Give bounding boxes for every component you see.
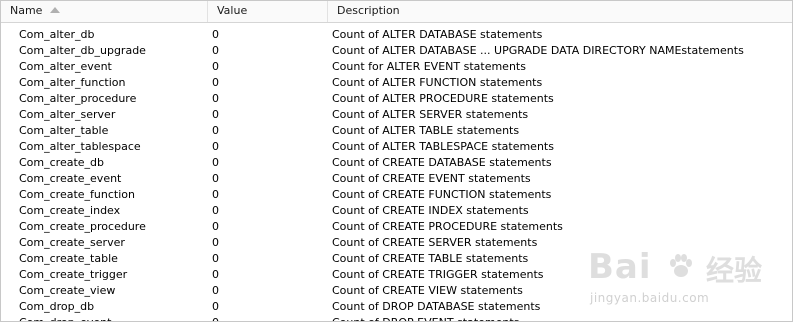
cell-description: Count of ALTER FUNCTION statements <box>332 76 543 89</box>
cell-name: Com_create_table <box>19 252 118 265</box>
cell-value: 0 <box>212 108 219 121</box>
cell-description: Count for ALTER EVENT statements <box>332 60 526 73</box>
table-row[interactable]: Com_alter_event 0 Count for ALTER EVENT st… <box>1 59 792 75</box>
cell-name: Com_create_server <box>19 236 125 249</box>
cell-value: 0 <box>212 252 219 265</box>
cell-name: Com_alter_db <box>19 28 95 41</box>
cell-description: Count of ALTER TABLESPACE statements <box>332 140 554 153</box>
cell-name: Com_drop_event <box>19 315 111 321</box>
cell-description: Count of CREATE VIEW statements <box>332 284 523 297</box>
cell-name: Com_alter_table <box>19 124 109 137</box>
table-row[interactable]: Com_create_event 0 Count of CREATE EVENT s… <box>1 171 792 187</box>
cell-description: Count of CREATE SERVER statements <box>332 236 538 249</box>
cell-name: Com_alter_server <box>19 108 116 121</box>
table-row[interactable]: Com_alter_procedure 0 Count of ALTER PROCE… <box>1 91 792 107</box>
table-row[interactable]: Com_create_db 0 Count of CREATE DATABASE s… <box>1 155 792 171</box>
table-row[interactable]: Com_alter_server 0 Count of ALTER SERVER s… <box>1 107 792 123</box>
table-row[interactable]: Com_alter_db_upgrade 0 Count of ALTER DATA… <box>1 43 792 59</box>
cell-value: 0 <box>212 140 219 153</box>
cell-description: Count of CREATE TRIGGER statements <box>332 268 544 281</box>
cell-description: Count of CREATE FUNCTION statements <box>332 188 552 201</box>
column-header-name[interactable]: Name <box>1 1 207 22</box>
table-row[interactable]: Com_create_table 0 Count of CREATE TABLE s… <box>1 251 792 267</box>
cell-value: 0 <box>212 315 219 321</box>
table-row[interactable]: Com_alter_function 0 Count of ALTER FUNCTI… <box>1 75 792 91</box>
cell-name: Com_create_db <box>19 156 105 169</box>
cell-description: Count of DROP EVENT statements <box>332 315 519 321</box>
table-row[interactable]: Com_create_function 0 Count of CREATE FUNC… <box>1 187 792 203</box>
cell-value: 0 <box>212 204 219 217</box>
cell-name: Com_create_function <box>19 188 135 201</box>
cell-description: Count of CREATE DATABASE statements <box>332 156 552 169</box>
cell-name: Com_alter_event <box>19 60 112 73</box>
cell-name: Com_create_event <box>19 172 122 185</box>
column-header-value[interactable]: Value <box>207 1 327 22</box>
cell-name: Com_alter_tablespace <box>19 140 141 153</box>
table-header: Name Value Description <box>1 1 792 23</box>
cell-value: 0 <box>212 124 219 137</box>
column-header-description-label: Description <box>337 4 400 17</box>
status-variables-table: Name Value Description Com_alter_db 0 Coun… <box>0 0 793 322</box>
cell-name: Com_create_index <box>19 204 121 217</box>
cell-value: 0 <box>212 76 219 89</box>
table-row[interactable]: Com_create_index 0 Count of CREATE INDEX s… <box>1 203 792 219</box>
cell-value: 0 <box>212 172 219 185</box>
cell-value: 0 <box>212 284 219 297</box>
cell-description: Count of ALTER SERVER statements <box>332 108 529 121</box>
table-row[interactable]: Com_alter_tablespace 0 Count of ALTER TABL… <box>1 139 792 155</box>
table-row[interactable]: Com_create_trigger 0 Count of CREATE TRIGG… <box>1 267 792 283</box>
table-row[interactable]: Com_create_view 0 Count of CREATE VIEW sta… <box>1 283 792 299</box>
cell-name: Com_create_procedure <box>19 220 146 233</box>
table-row[interactable]: Com_alter_table 0 Count of ALTER TABLE sta… <box>1 123 792 139</box>
table-body: Com_alter_db 0 Count of ALTER DATABASE sta… <box>1 27 792 321</box>
cell-value: 0 <box>212 268 219 281</box>
cell-description: Count of ALTER DATABASE ... UPGRADE DATA… <box>332 44 744 57</box>
cell-value: 0 <box>212 236 219 249</box>
table-row[interactable]: Com_alter_db 0 Count of ALTER DATABASE sta… <box>1 27 792 43</box>
cell-value: 0 <box>212 92 219 105</box>
cell-value: 0 <box>212 156 219 169</box>
cell-value: 0 <box>212 44 219 57</box>
cell-description: Count of CREATE PROCEDURE statements <box>332 220 563 233</box>
column-header-value-label: Value <box>217 4 248 17</box>
cell-name: Com_create_trigger <box>19 268 128 281</box>
cell-name: Com_drop_db <box>19 300 95 313</box>
cell-value: 0 <box>212 60 219 73</box>
cell-description: Count of ALTER PROCEDURE statements <box>332 92 554 105</box>
cell-description: Count of CREATE INDEX statements <box>332 204 529 217</box>
cell-description: Count of ALTER TABLE statements <box>332 124 520 137</box>
column-header-description[interactable]: Description <box>327 1 792 22</box>
cell-name: Com_alter_function <box>19 76 126 89</box>
cell-value: 0 <box>212 220 219 233</box>
cell-value: 0 <box>212 28 219 41</box>
cell-description: Count of ALTER DATABASE statements <box>332 28 543 41</box>
table-row[interactable]: Com_drop_db 0 Count of DROP DATABASE state… <box>1 299 792 315</box>
cell-name: Com_alter_procedure <box>19 92 137 105</box>
cell-description: Count of DROP DATABASE statements <box>332 300 541 313</box>
table-row[interactable]: Com_drop_event 0 Count of DROP EVENT state… <box>1 315 792 321</box>
cell-value: 0 <box>212 188 219 201</box>
cell-name: Com_create_view <box>19 284 116 297</box>
cell-description: Count of CREATE TABLE statements <box>332 252 529 265</box>
cell-name: Com_alter_db_upgrade <box>19 44 146 57</box>
cell-value: 0 <box>212 300 219 313</box>
cell-description: Count of CREATE EVENT statements <box>332 172 531 185</box>
sort-ascending-icon <box>50 7 61 13</box>
table-row[interactable]: Com_create_server 0 Count of CREATE SERVER… <box>1 235 792 251</box>
table-row[interactable]: Com_create_procedure 0 Count of CREATE PRO… <box>1 219 792 235</box>
column-header-name-label: Name <box>10 4 43 17</box>
